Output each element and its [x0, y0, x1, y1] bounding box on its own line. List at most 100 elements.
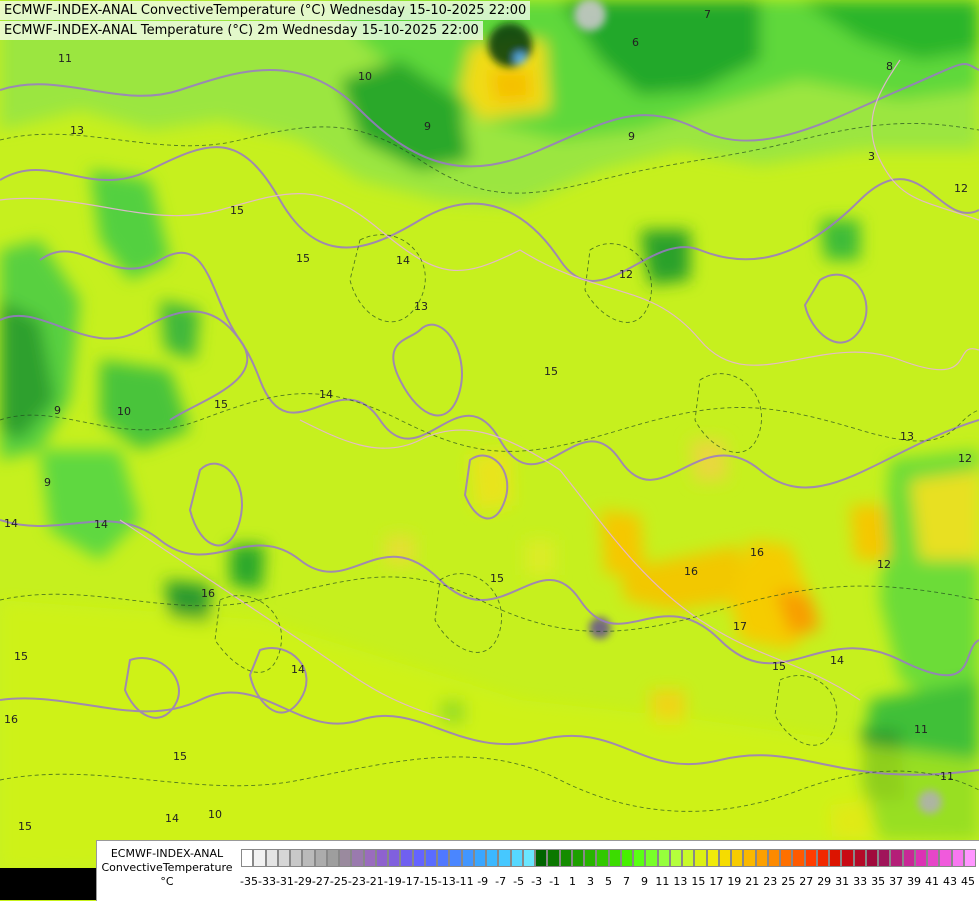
legend-swatch	[804, 849, 817, 867]
legend-swatch	[645, 849, 658, 867]
legend-swatch	[473, 849, 486, 867]
legend-tick-label: 29	[817, 875, 832, 888]
color-legend: ECMWF-INDEX-ANAL ConvectiveTemperature °…	[96, 840, 979, 901]
legend-tick-label: -11	[455, 875, 474, 888]
map-corner-fill	[0, 868, 96, 900]
legend-swatch	[816, 849, 829, 867]
legend-tick-label: 31	[835, 875, 850, 888]
legend-swatch	[755, 849, 768, 867]
legend-tick-label: -19	[383, 875, 402, 888]
legend-tick-label: -23	[347, 875, 366, 888]
legend-swatch	[571, 849, 584, 867]
legend-swatch	[669, 849, 682, 867]
svg-text:7: 7	[704, 8, 711, 21]
legend-swatch	[829, 849, 842, 867]
map-title-2m-temperature: ECMWF-INDEX-ANAL Temperature (°C) 2m Wed…	[0, 21, 483, 40]
legend-swatch	[792, 849, 805, 867]
svg-text:15: 15	[173, 750, 187, 763]
legend-swatch	[963, 849, 976, 867]
legend-swatch	[951, 849, 964, 867]
legend-tick-label: 13	[673, 875, 688, 888]
legend-swatch	[682, 849, 695, 867]
legend-title-unit: °C	[160, 875, 174, 888]
svg-text:12: 12	[954, 182, 968, 195]
svg-text:12: 12	[958, 452, 972, 465]
legend-tick-label: -33	[257, 875, 276, 888]
legend-swatch	[486, 849, 499, 867]
legend-tick-labels: -35 -33 -31 -29 -27 -25 -23 -21 -19 -17 -15 -13 -11-…	[240, 875, 976, 889]
legend-tick-label: 39	[907, 875, 922, 888]
legend-swatch	[400, 849, 413, 867]
legend-swatch	[743, 849, 756, 867]
svg-text:9: 9	[628, 130, 635, 143]
legend-tick-label: -29	[293, 875, 312, 888]
svg-text:15: 15	[230, 204, 244, 217]
legend-swatch	[253, 849, 266, 867]
svg-text:15: 15	[18, 820, 32, 833]
legend-swatch	[363, 849, 376, 867]
legend-tick-label: 7	[622, 875, 630, 888]
svg-text:14: 14	[94, 518, 108, 531]
svg-text:14: 14	[291, 663, 305, 676]
svg-text:16: 16	[4, 713, 18, 726]
svg-text:17: 17	[733, 620, 747, 633]
svg-text:13: 13	[70, 124, 84, 137]
legend-swatch	[841, 849, 854, 867]
legend-swatch	[865, 849, 878, 867]
svg-text:11: 11	[940, 770, 954, 783]
legend-swatch	[326, 849, 339, 867]
legend-tick-label: -35	[240, 875, 258, 888]
legend-swatch	[339, 849, 352, 867]
weather-map: 111315 15 1413 141515 12312 697 8109 1616…	[0, 0, 979, 900]
legend-tick-label: -7	[495, 875, 507, 888]
legend-tick-label: -13	[437, 875, 456, 888]
legend-tick-label: -15	[419, 875, 438, 888]
legend-swatch	[584, 849, 597, 867]
legend-tick-label: 41	[925, 875, 940, 888]
svg-text:14: 14	[165, 812, 179, 825]
legend-swatch	[939, 849, 952, 867]
legend-swatch	[657, 849, 670, 867]
svg-text:15: 15	[490, 572, 504, 585]
legend-swatch	[853, 849, 866, 867]
svg-text:14: 14	[830, 654, 844, 667]
legend-swatch	[694, 849, 707, 867]
svg-text:10: 10	[358, 70, 372, 83]
svg-text:12: 12	[877, 558, 891, 571]
svg-text:13: 13	[900, 430, 914, 443]
legend-tick-label: 5	[605, 875, 612, 888]
svg-text:11: 11	[58, 52, 72, 65]
svg-text:15: 15	[772, 660, 786, 673]
legend-tick-label: 37	[889, 875, 904, 888]
svg-text:9: 9	[424, 120, 431, 133]
legend-swatch	[559, 849, 572, 867]
legend-tick-label: 27	[799, 875, 814, 888]
legend-swatch	[927, 849, 940, 867]
legend-tick-label: 9	[640, 875, 648, 888]
legend-swatch	[547, 849, 560, 867]
legend-swatch	[290, 849, 303, 867]
svg-text:15: 15	[544, 365, 558, 378]
legend-swatch	[351, 849, 364, 867]
svg-text:15: 15	[214, 398, 228, 411]
legend-swatch	[461, 849, 474, 867]
svg-text:10: 10	[117, 405, 131, 418]
legend-tick-label: -27	[311, 875, 330, 888]
legend-tick-label: 11	[655, 875, 670, 888]
legend-tick-label: 19	[727, 875, 742, 888]
legend-tick-label: 15	[691, 875, 706, 888]
legend-title-source: ECMWF-INDEX-ANAL	[110, 847, 224, 860]
legend-swatch	[890, 849, 903, 867]
legend-swatch	[608, 849, 621, 867]
legend-swatch	[914, 849, 927, 867]
legend-swatch	[424, 849, 437, 867]
legend-tick-label: 23	[763, 875, 778, 888]
legend-tick-label: 43	[943, 875, 958, 888]
legend-tick-label: 25	[781, 875, 796, 888]
legend-tick-label: -17	[401, 875, 420, 888]
legend-tick-label: -3	[531, 875, 543, 888]
svg-text:8: 8	[886, 60, 893, 73]
svg-text:12: 12	[619, 268, 633, 281]
legend-swatch	[449, 849, 462, 867]
legend-swatch	[412, 849, 425, 867]
